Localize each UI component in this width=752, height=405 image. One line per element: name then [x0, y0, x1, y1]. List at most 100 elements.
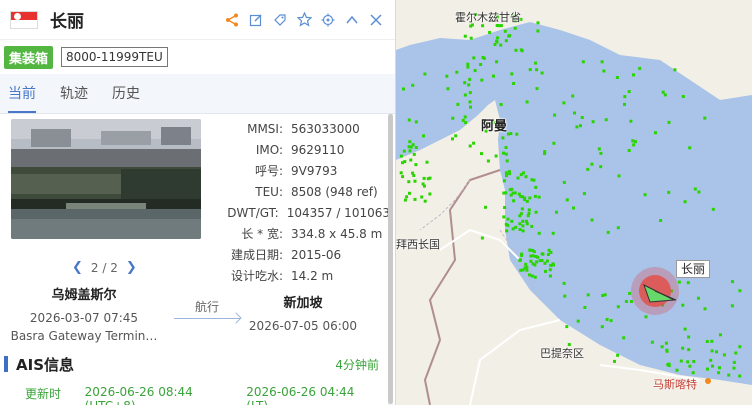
vessel-dot[interactable]	[696, 296, 700, 300]
vessel-dot[interactable]	[521, 224, 525, 228]
vessel-dot[interactable]	[463, 93, 467, 97]
vessel-dot[interactable]	[659, 219, 663, 222]
vessel-dot[interactable]	[586, 167, 590, 171]
vessel-dot[interactable]	[473, 69, 477, 73]
vessel-dot[interactable]	[715, 350, 718, 354]
vessel-dot[interactable]	[681, 346, 685, 350]
vessel-dot[interactable]	[551, 231, 555, 235]
vessel-dot[interactable]	[605, 317, 609, 321]
vessel-dot[interactable]	[627, 149, 631, 152]
vessel-dot[interactable]	[407, 180, 411, 184]
vessel-dot[interactable]	[576, 319, 580, 323]
vessel-dot[interactable]	[501, 136, 505, 140]
vessel-dot[interactable]	[469, 36, 473, 40]
vessel-dot[interactable]	[549, 263, 553, 267]
vessel-dot[interactable]	[451, 137, 454, 141]
vessel-dot[interactable]	[512, 82, 516, 85]
vessel-dot[interactable]	[734, 351, 738, 355]
vessel-dot[interactable]	[575, 125, 579, 129]
vessel-dot[interactable]	[688, 364, 692, 368]
vessel-dot[interactable]	[408, 140, 412, 144]
vessel-dot[interactable]	[686, 281, 690, 285]
scrollbar-thumb[interactable]	[388, 114, 393, 404]
vessel-dot[interactable]	[706, 367, 709, 371]
vessel-dot[interactable]	[565, 198, 569, 202]
vessel-dot[interactable]	[409, 145, 413, 149]
vessel-dot[interactable]	[590, 218, 594, 222]
vessel-dot[interactable]	[463, 81, 467, 85]
collapse-icon[interactable]	[343, 11, 361, 29]
vessel-dot[interactable]	[628, 291, 632, 295]
vessel-dot[interactable]	[622, 336, 626, 340]
vessel-dot[interactable]	[533, 194, 537, 198]
vessel-dot[interactable]	[632, 143, 636, 147]
vessel-dot[interactable]	[492, 74, 495, 78]
vessel-dot[interactable]	[518, 258, 522, 262]
vessel-dot[interactable]	[738, 374, 742, 378]
vessel-dot[interactable]	[468, 77, 472, 81]
vessel-dot[interactable]	[563, 294, 567, 298]
vessel-dot[interactable]	[573, 111, 576, 115]
vessel-dot[interactable]	[603, 293, 607, 297]
vessel-dot[interactable]	[524, 219, 528, 223]
vessel-dot[interactable]	[629, 119, 633, 123]
vessel-dot[interactable]	[411, 83, 415, 87]
vessel-dot[interactable]	[534, 61, 538, 65]
vessel-dot[interactable]	[667, 120, 671, 124]
vessel-dot[interactable]	[399, 154, 403, 158]
vessel-dot[interactable]	[472, 56, 476, 60]
vessel-dot[interactable]	[493, 43, 497, 46]
vessel-dot[interactable]	[486, 159, 490, 163]
vessel-dot[interactable]	[544, 269, 547, 273]
vessel-dot[interactable]	[423, 72, 427, 76]
vessel-dot[interactable]	[530, 274, 534, 278]
vessel-dot[interactable]	[514, 225, 518, 229]
vessel-dot[interactable]	[525, 100, 529, 104]
vessel-dot[interactable]	[683, 200, 687, 204]
selected-vessel-tag[interactable]: 长丽	[676, 260, 711, 278]
vessel-dot[interactable]	[413, 197, 417, 201]
vessel-dot[interactable]	[673, 68, 677, 72]
vessel-dot[interactable]	[467, 83, 471, 87]
vessel-dot[interactable]	[399, 171, 403, 175]
tab-track[interactable]: 轨迹	[60, 83, 88, 113]
panel-scrollbar[interactable]	[388, 114, 393, 405]
vessel-dot[interactable]	[543, 152, 547, 156]
vessel-dot[interactable]	[555, 210, 558, 214]
vessel-dot[interactable]	[538, 259, 542, 263]
vessel-dot[interactable]	[505, 174, 508, 178]
vessel-dot[interactable]	[599, 165, 603, 169]
vessel-dot[interactable]	[504, 191, 508, 195]
vessel-dot[interactable]	[502, 179, 506, 183]
vessel-dot[interactable]	[717, 371, 721, 375]
vessel-dot[interactable]	[463, 34, 467, 38]
vessel-dot[interactable]	[508, 188, 512, 192]
vessel-dot[interactable]	[606, 230, 610, 234]
vessel-dot[interactable]	[665, 348, 669, 352]
vessel-dot[interactable]	[686, 360, 690, 364]
vessel-dot[interactable]	[616, 353, 620, 357]
vessel-dot[interactable]	[571, 94, 575, 98]
vessel-dot[interactable]	[643, 193, 647, 197]
chevron-left-icon[interactable]: ❮	[72, 260, 83, 275]
vessel-dot[interactable]	[423, 199, 427, 203]
vessel-dot[interactable]	[468, 91, 472, 95]
vessel-dot[interactable]	[518, 228, 522, 231]
vessel-dot[interactable]	[599, 151, 603, 155]
vessel-dot[interactable]	[518, 222, 522, 226]
vessel-dot[interactable]	[562, 101, 566, 105]
vessel-dot[interactable]	[644, 315, 648, 319]
vessel-dot[interactable]	[703, 116, 707, 120]
vessel-dot[interactable]	[521, 195, 524, 199]
vessel-dot[interactable]	[600, 60, 604, 64]
vessel-dot[interactable]	[616, 305, 620, 309]
vessel-dot[interactable]	[537, 195, 541, 199]
vessel-dot[interactable]	[535, 260, 539, 264]
star-icon[interactable]	[295, 11, 313, 29]
vessel-dot[interactable]	[402, 87, 405, 91]
vessel-dot[interactable]	[732, 360, 736, 364]
share-icon[interactable]	[223, 11, 241, 29]
vessel-dot[interactable]	[548, 274, 552, 278]
vessel-dot[interactable]	[623, 95, 627, 99]
vessel-dot[interactable]	[472, 141, 476, 145]
